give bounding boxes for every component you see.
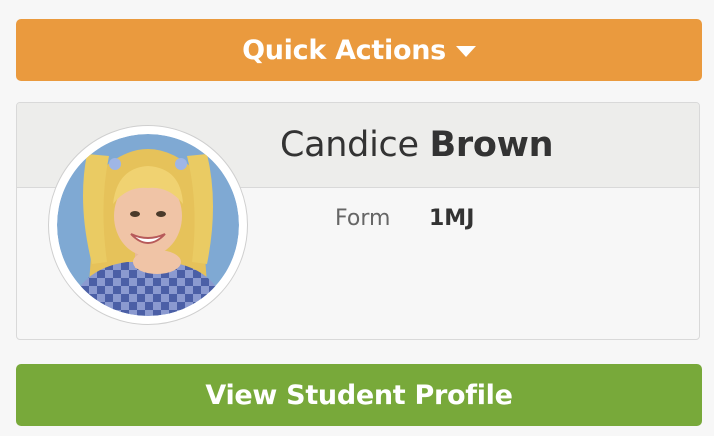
view-student-profile-label: View Student Profile xyxy=(205,379,513,411)
caret-down-icon xyxy=(455,45,476,57)
quick-actions-label: Quick Actions xyxy=(242,34,446,66)
student-first-name: Candice xyxy=(280,125,419,165)
form-value: 1MJ xyxy=(429,206,475,231)
student-avatar[interactable] xyxy=(48,125,248,325)
view-student-profile-button[interactable]: View Student Profile xyxy=(16,364,702,426)
form-label: Form xyxy=(335,206,391,231)
student-widget: Quick Actions Candice Brown Form 1MJ Vie… xyxy=(0,0,714,436)
student-name: Candice Brown xyxy=(280,125,554,165)
student-photo xyxy=(57,134,239,316)
student-last-name: Brown xyxy=(429,125,554,165)
quick-actions-button[interactable]: Quick Actions xyxy=(16,19,702,81)
